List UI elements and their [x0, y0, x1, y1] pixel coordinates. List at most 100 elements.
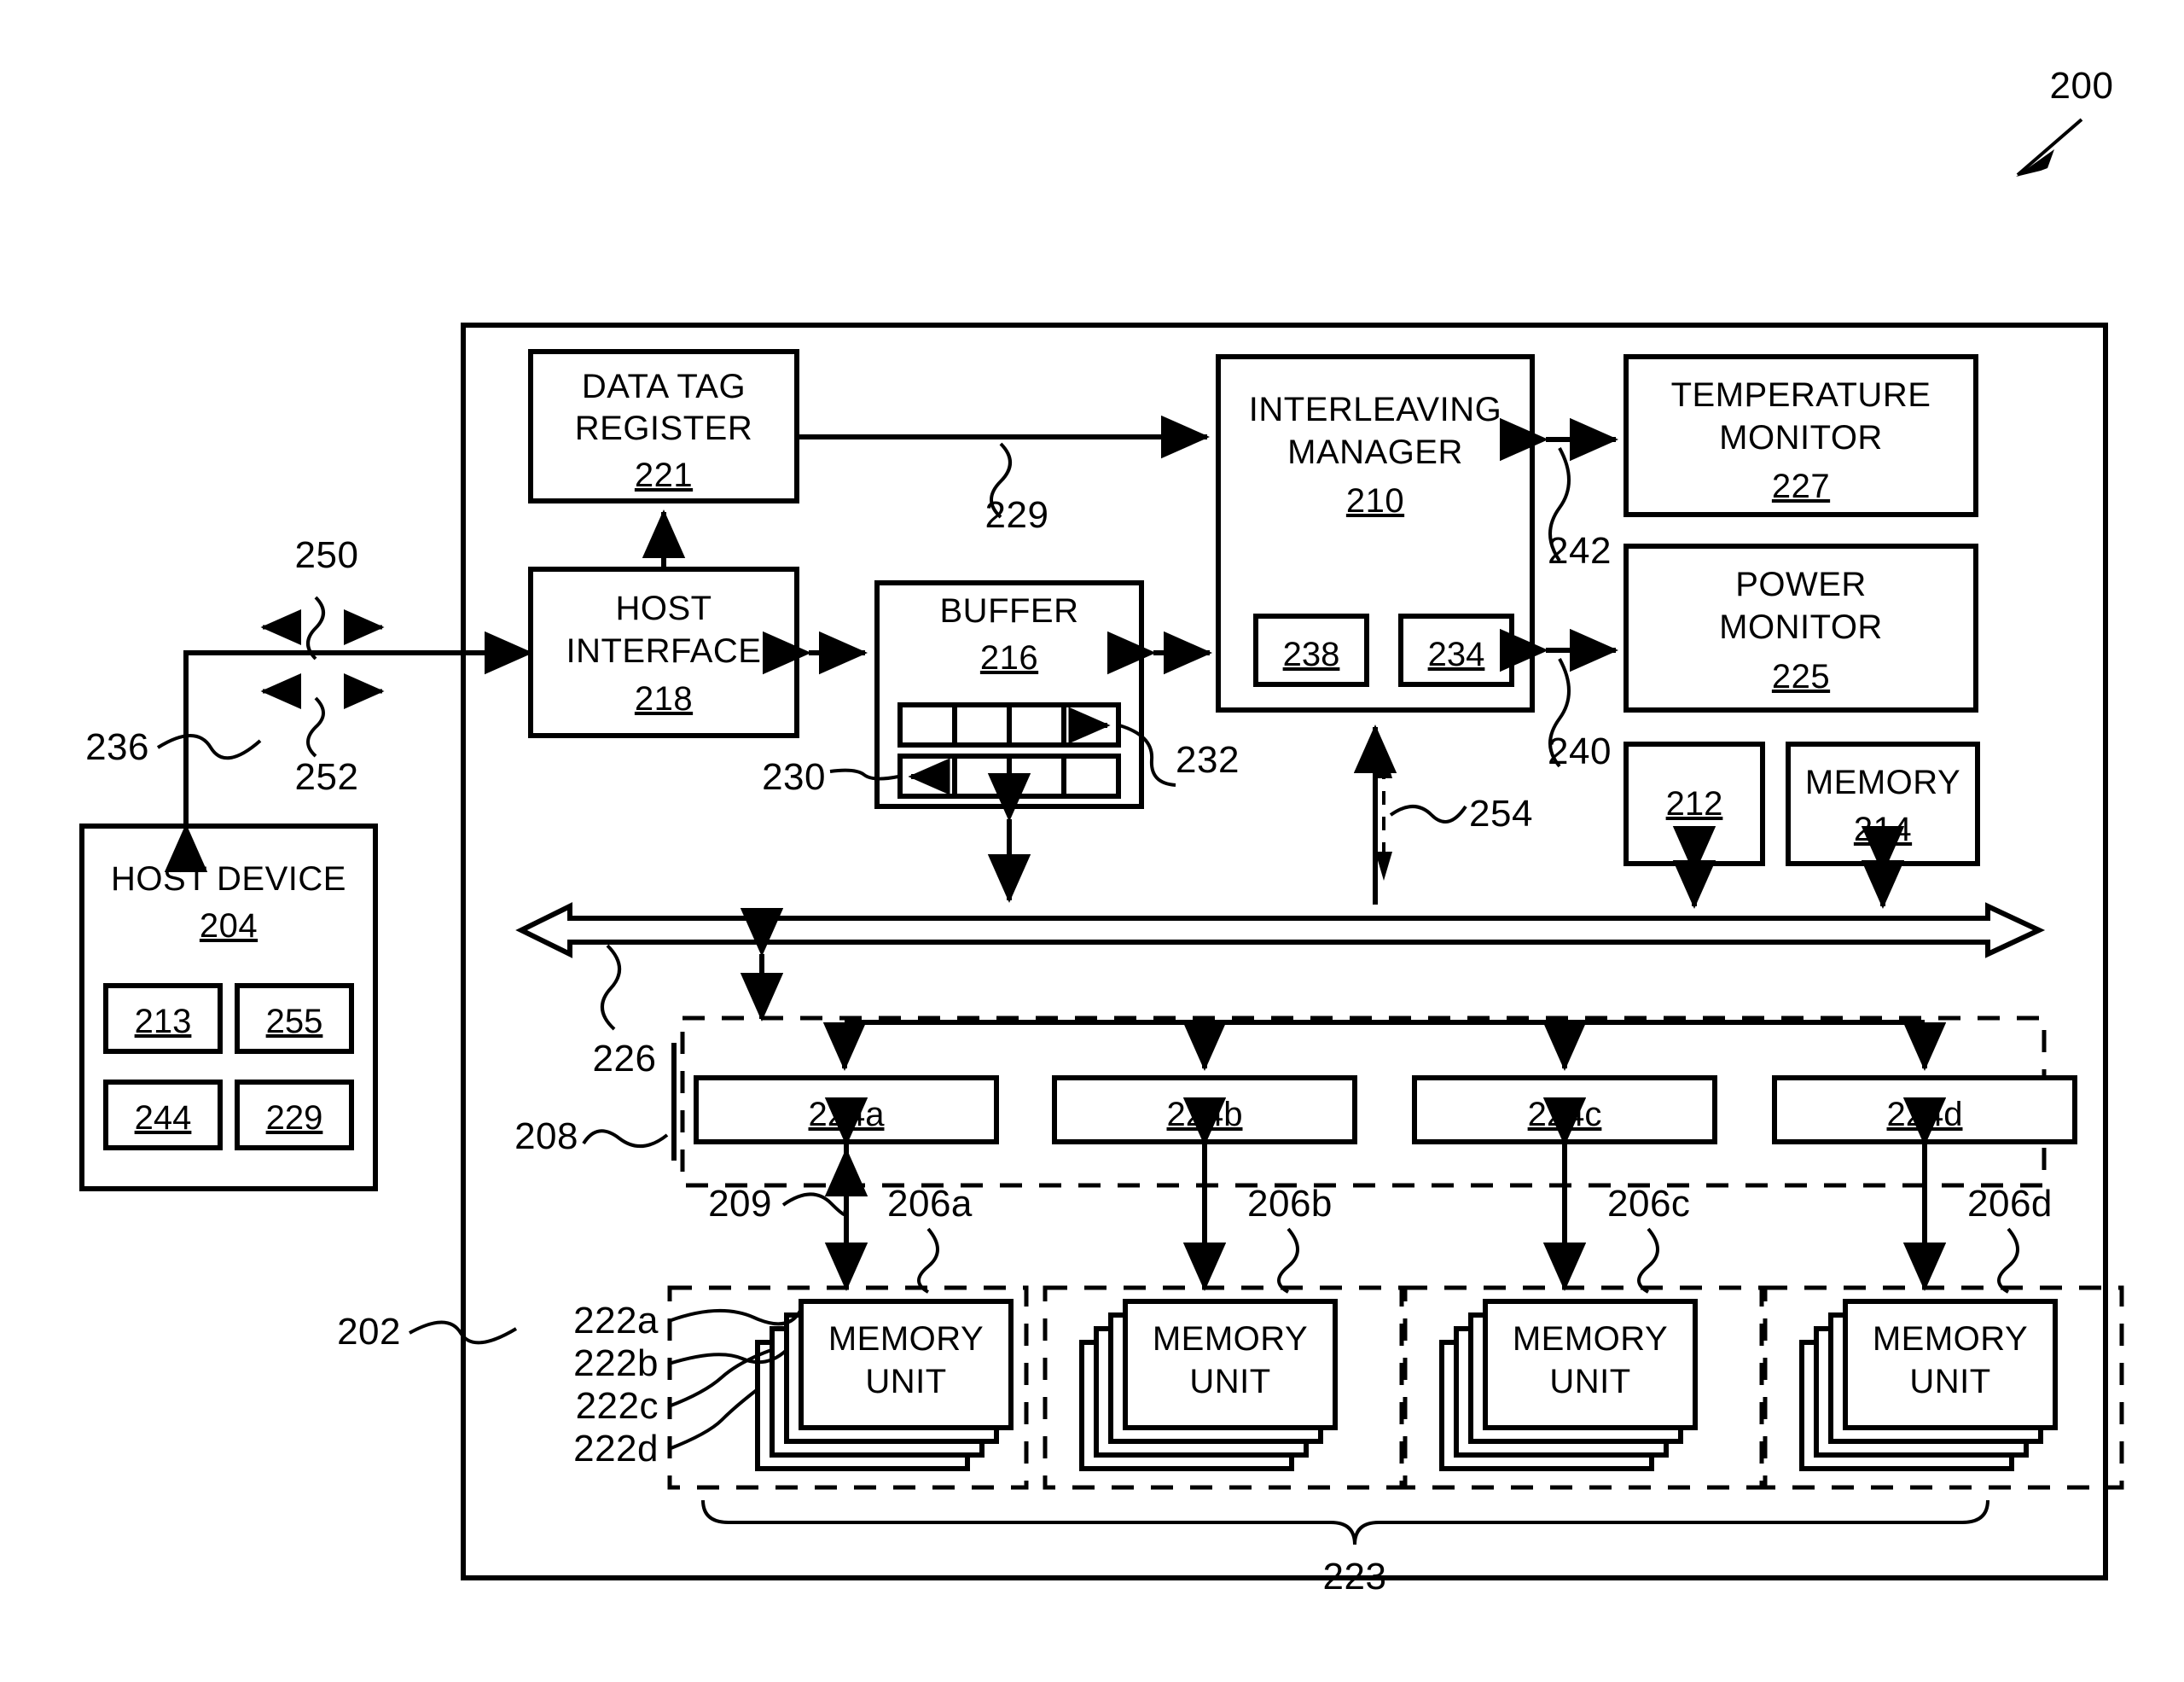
- channel-224b-group: 224b: [1052, 1022, 1357, 1291]
- memory-unit-206d-line1: MEMORY: [1873, 1320, 2028, 1358]
- memory-unit-206a-line2: UNIT: [865, 1363, 946, 1400]
- interleaving-manager-group: INTERLEAVING MANAGER 210 238 234: [1216, 354, 1535, 713]
- all-units-bracket-right: [1353, 1499, 1989, 1545]
- ref-222b: 222b: [573, 1342, 659, 1384]
- ref-254: 254: [1469, 793, 1533, 835]
- temperature-monitor-group: TEMPERATURE MONITOR 227: [1500, 354, 1978, 517]
- host-subblock-255-label: 255: [266, 1003, 323, 1040]
- host-link-line: [164, 650, 531, 872]
- memory-group: MEMORY 214: [1786, 742, 1980, 909]
- memory-unit-206c-line2: UNIT: [1549, 1363, 1630, 1400]
- ref-250-group: 250: [260, 534, 385, 661]
- host-subblock-244-label: 244: [135, 1099, 192, 1137]
- memory-ref: 214: [1854, 811, 1912, 848]
- interleaving-manager-line1: INTERLEAVING: [1249, 391, 1502, 428]
- buffer-group: BUFFER 216 232 230: [762, 580, 1240, 903]
- channel-224d-label: 224d: [1887, 1096, 1963, 1133]
- ref-208: 208: [514, 1115, 578, 1157]
- host-interface-line2: INTERFACE: [566, 632, 762, 670]
- ref-222a: 222a: [573, 1300, 659, 1342]
- data-tag-register-line2: REGISTER: [575, 410, 752, 447]
- host-subblock-229-label: 229: [266, 1099, 323, 1137]
- ref-206d: 206d: [1967, 1183, 2053, 1225]
- buffer-ref: 216: [980, 639, 1038, 677]
- interleaving-manager-line2: MANAGER: [1287, 434, 1463, 471]
- die-group-206d: 206d MEMORY UNIT: [1763, 1183, 2124, 1490]
- host-device-group: HOST DEVICE 204 213 255 244 229: [79, 824, 378, 1191]
- interleaving-manager-ref: 210: [1346, 482, 1404, 520]
- power-monitor-line1: POWER: [1735, 566, 1867, 603]
- host-interface-group: HOST INTERFACE 218: [528, 509, 799, 738]
- host-device-title: HOST DEVICE: [111, 860, 346, 898]
- ref-209-group: 209: [708, 1183, 848, 1225]
- ref-222d: 222d: [573, 1428, 659, 1470]
- data-tag-register-ref: 221: [635, 457, 693, 494]
- ref-232: 232: [1176, 739, 1240, 781]
- channel-224a-group: 224a: [694, 1022, 999, 1291]
- bus-group: 226: [515, 902, 2046, 1080]
- ref-242: 242: [1548, 530, 1612, 572]
- buffer-queue-bottom: [897, 754, 1121, 799]
- memory-unit-206b-line2: UNIT: [1189, 1363, 1270, 1400]
- channel-224b-label: 224b: [1167, 1096, 1243, 1133]
- figure-canvas: 200 202 HOST DEVICE 204 213 255 244 229 …: [0, 0, 2184, 1682]
- ref-222c: 222c: [576, 1385, 659, 1427]
- channel-224c-label: 224c: [1528, 1096, 1602, 1133]
- ref-229: 229: [985, 494, 1049, 536]
- power-monitor-line2: MONITOR: [1719, 608, 1883, 646]
- channel-224d-group: 224d: [1772, 1022, 2077, 1291]
- ref-202: 202: [337, 1311, 401, 1353]
- memory-unit-206b-line1: MEMORY: [1153, 1320, 1308, 1358]
- buffer-cell-top-3: [1007, 702, 1066, 748]
- ref-202-group: 202: [337, 1311, 518, 1353]
- ref-209: 209: [708, 1183, 772, 1225]
- channel-boxes: 224a 224b 224c 224d: [694, 1022, 2077, 1291]
- buffer-queue-top: [897, 702, 1121, 748]
- ref-242-group: 242: [1548, 447, 1612, 572]
- ref-206b: 206b: [1247, 1183, 1333, 1225]
- die-group-206b: 206b MEMORY UNIT: [1043, 1183, 1404, 1490]
- memory-unit-206c-line1: MEMORY: [1513, 1320, 1668, 1358]
- bus-bar: [515, 902, 2046, 958]
- patent-figure-200: 200 202 HOST DEVICE 204 213 255 244 229 …: [79, 65, 2124, 1598]
- ref-250: 250: [295, 534, 359, 576]
- memory-line1: MEMORY: [1805, 764, 1960, 801]
- manager-subblock-238-label: 238: [1283, 636, 1340, 673]
- data-tag-register-line1: DATA TAG: [582, 368, 746, 405]
- buffer-cell-bottom-4: [1061, 754, 1121, 799]
- manager-bus-group: 254: [1353, 725, 1533, 905]
- die-groups: 206a MEMORY UNIT 206b MEMORY UNIT 206c M…: [667, 1183, 2124, 1490]
- buffer-cell-bottom-3: [1007, 754, 1066, 799]
- ref-226: 226: [593, 1038, 657, 1080]
- host-device-ref: 204: [200, 907, 258, 945]
- buffer-label: BUFFER: [940, 592, 1079, 630]
- memory-unit-206a-line1: MEMORY: [828, 1320, 984, 1358]
- temperature-monitor-ref: 227: [1772, 468, 1830, 505]
- ref-240: 240: [1548, 730, 1612, 772]
- ref-223-group: 223: [701, 1499, 1989, 1598]
- figure-ref-200-group: 200: [2016, 65, 2113, 177]
- die-group-206c: 206c MEMORY UNIT: [1403, 1183, 1764, 1490]
- manager-subblock-234-label: 234: [1428, 636, 1485, 673]
- data-tag-register-group: DATA TAG REGISTER 221: [528, 349, 799, 503]
- temperature-monitor-line1: TEMPERATURE: [1671, 376, 1931, 414]
- ref-223: 223: [1323, 1556, 1387, 1598]
- host-subblock-213-label: 213: [135, 1003, 192, 1040]
- ref-252: 252: [295, 756, 359, 798]
- buffer-cell-top-2: [952, 702, 1012, 748]
- buffer-cell-bottom-2: [952, 754, 1012, 799]
- buffer-cell-top-1: [897, 702, 957, 748]
- ref-230: 230: [762, 756, 826, 798]
- host-interface-ref: 218: [635, 680, 693, 718]
- channel-224c-group: 224c: [1412, 1022, 1717, 1291]
- processor-ref: 212: [1666, 785, 1723, 823]
- figure-ref-200: 200: [2050, 65, 2114, 107]
- processor-group: 212: [1623, 742, 1765, 909]
- host-interface-line1: HOST: [615, 590, 712, 627]
- ref-206c: 206c: [1607, 1183, 1690, 1225]
- conn-229-group: 229: [797, 415, 1210, 536]
- all-units-bracket-left: [701, 1499, 1356, 1545]
- ref-252-group: 252: [260, 672, 385, 798]
- channel-224a-label: 224a: [809, 1096, 886, 1133]
- ref-240-group: 240: [1548, 658, 1612, 772]
